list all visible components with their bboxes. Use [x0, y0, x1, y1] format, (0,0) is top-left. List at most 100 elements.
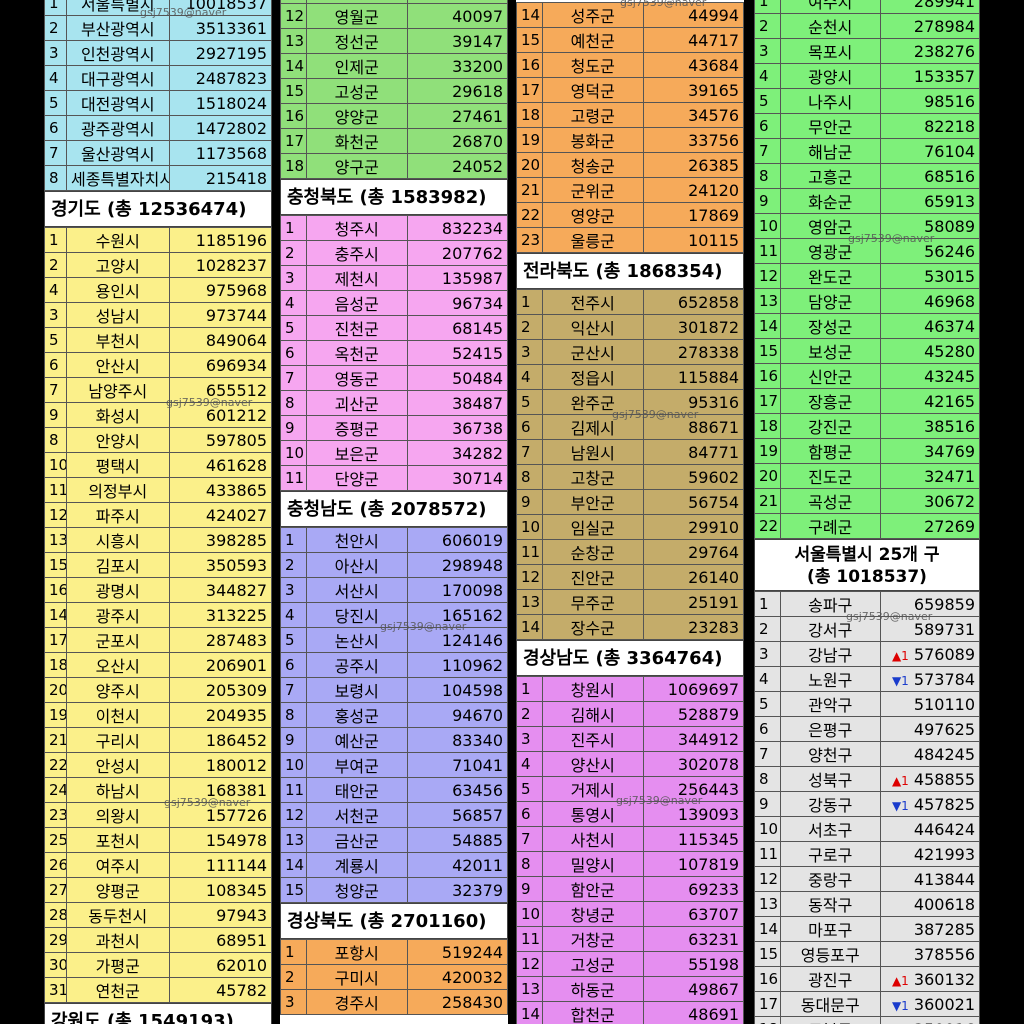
rank-cell: 2 — [754, 616, 781, 642]
population-cell: 180012 — [168, 752, 272, 778]
population-cell: 154978 — [168, 827, 272, 853]
table-row: 11 영광군 56246 — [754, 238, 980, 264]
table-row: 15 예천군 44717 — [516, 27, 744, 53]
rank-cell: 7 — [754, 138, 781, 164]
region-name-cell: 담양군 — [780, 288, 881, 314]
population-cell: 24052 — [406, 153, 508, 179]
rank-cell: 7 — [516, 826, 543, 852]
rank-cell: 19 — [44, 702, 67, 728]
rank-cell: 10 — [754, 816, 781, 842]
rank-cell: 20 — [516, 152, 543, 178]
group-title: 충청북도 (총 1583982) — [280, 179, 508, 215]
population-cell: 1518024 — [168, 90, 272, 116]
population-cell: 10115 — [642, 227, 744, 253]
population-cell: 55198 — [642, 951, 744, 977]
region-name-cell: 순천시 — [780, 13, 881, 39]
table-row: 11 순창군 29764 — [516, 539, 744, 565]
population-cell: 48691 — [642, 1001, 744, 1024]
table-row: 1 여수시 289941 — [754, 0, 980, 14]
table-row: 6 공주시 110962 — [280, 652, 508, 678]
region-name-cell: 김해시 — [542, 701, 644, 727]
table-row: 1 청주시 832234 — [280, 215, 508, 241]
region-name-cell: 청도군 — [542, 52, 644, 78]
population-cell: 350016 — [879, 1016, 980, 1024]
rank-cell: 16 — [754, 363, 781, 389]
rank-cell: 9 — [754, 188, 781, 214]
rank-cell: 14 — [754, 313, 781, 339]
population-cell: 2487823 — [168, 65, 272, 91]
population-cell: 56857 — [406, 802, 508, 828]
region-name-cell: 구로구 — [780, 841, 881, 867]
population-cell: 484245 — [879, 741, 980, 767]
rank-cell: 15 — [44, 552, 67, 578]
region-name-cell: 동대문구 — [780, 991, 881, 1017]
region-name-cell: 완주군 — [542, 389, 644, 415]
table-row: 10 서초구 446424 — [754, 816, 980, 842]
region-name-cell: 임실군 — [542, 514, 644, 540]
population-cell: 56754 — [642, 489, 744, 515]
table-row: 17 화천군 26870 — [280, 128, 508, 154]
population-cell: 278984 — [879, 13, 980, 39]
population-cell: 38516 — [879, 413, 980, 439]
region-name-cell: 성북구 — [780, 766, 881, 792]
table-row: 20 청송군 26385 — [516, 152, 744, 178]
group-title: 강원도 (총 1549193) — [44, 1003, 272, 1024]
table-row: 6 안산시 696934 — [44, 352, 272, 378]
population-cell: 88671 — [642, 414, 744, 440]
region-name-cell: 경주시 — [306, 989, 408, 1015]
population-cell: 56246 — [879, 238, 980, 264]
rank-cell: 17 — [44, 627, 67, 653]
region-name-cell: 장수군 — [542, 614, 644, 640]
rank-cell: 19 — [516, 127, 543, 153]
population-cell: 413844 — [879, 866, 980, 892]
rank-cell: 8 — [754, 163, 781, 189]
rank-cell: 2 — [44, 252, 67, 278]
region-name-cell: 논산시 — [306, 627, 408, 653]
group-title: 경상북도 (총 2701160) — [280, 903, 508, 939]
rank-cell: 23 — [44, 802, 67, 828]
rank-cell: 18 — [754, 413, 781, 439]
rank-cell: 12 — [516, 564, 543, 590]
region-name-cell: 영덕군 — [542, 77, 644, 103]
column-4-inner: 1 여수시 289941 2 순천시 278984 3 목포시 238276 4 광양시 153357… — [754, 0, 980, 1024]
column-2-inner: 11평창군4342012영월군4009713정선군3914714인제군33200… — [280, 0, 508, 1015]
table-row: 5 진천군 68145 — [280, 315, 508, 341]
rank-cell: 10 — [516, 514, 543, 540]
region-name-cell: 수원시 — [66, 227, 170, 253]
population-value: 360021 — [908, 994, 975, 1014]
region-name-cell: 군위군 — [542, 177, 644, 203]
rank-cell: 17 — [754, 388, 781, 414]
table-row: 8 괴산군 38487 — [280, 390, 508, 416]
table-row: 25 포천시 154978 — [44, 827, 272, 853]
table-row: 30 가평군 62010 — [44, 952, 272, 978]
population-cell: 655512 — [168, 377, 272, 403]
region-name-cell: 서산시 — [306, 577, 408, 603]
table-row: 2 충주시 207762 — [280, 240, 508, 266]
region-name-cell: 공주시 — [306, 652, 408, 678]
rank-cell: 1 — [754, 0, 781, 14]
rank-cell: 3 — [280, 265, 307, 291]
region-name-cell: 보령시 — [306, 677, 408, 703]
region-name-cell: 무안군 — [780, 113, 881, 139]
population-cell: 52415 — [406, 340, 508, 366]
table-row: 15 청양군 32379 — [280, 877, 508, 903]
population-cell: 302078 — [642, 751, 744, 777]
population-cell: 528879 — [642, 701, 744, 727]
rank-cell: 2 — [280, 240, 307, 266]
rank-cell: 12 — [754, 263, 781, 289]
population-cell: 1173568 — [168, 140, 272, 166]
population-cell: ▲1 360132 — [879, 966, 980, 992]
rank-cell: 8 — [280, 390, 307, 416]
population-cell: 82218 — [879, 113, 980, 139]
rank-cell: 1 — [516, 676, 543, 702]
population-cell: 98516 — [879, 88, 980, 114]
column-3-inner: 14 성주군 44994 15 예천군 44717 16 청도군 43684 17 영덕군 39165… — [516, 2, 744, 1024]
population-cell: 96734 — [406, 290, 508, 316]
region-name-cell: 울산광역시 — [66, 140, 170, 166]
table-row: 29 과천시 68951 — [44, 927, 272, 953]
table-row: 10 창녕군 63707 — [516, 901, 744, 927]
region-name-cell: 광주시 — [66, 602, 170, 628]
population-cell: 25191 — [642, 589, 744, 615]
population-cell: 39147 — [406, 28, 508, 54]
population-cell: 238276 — [879, 38, 980, 64]
